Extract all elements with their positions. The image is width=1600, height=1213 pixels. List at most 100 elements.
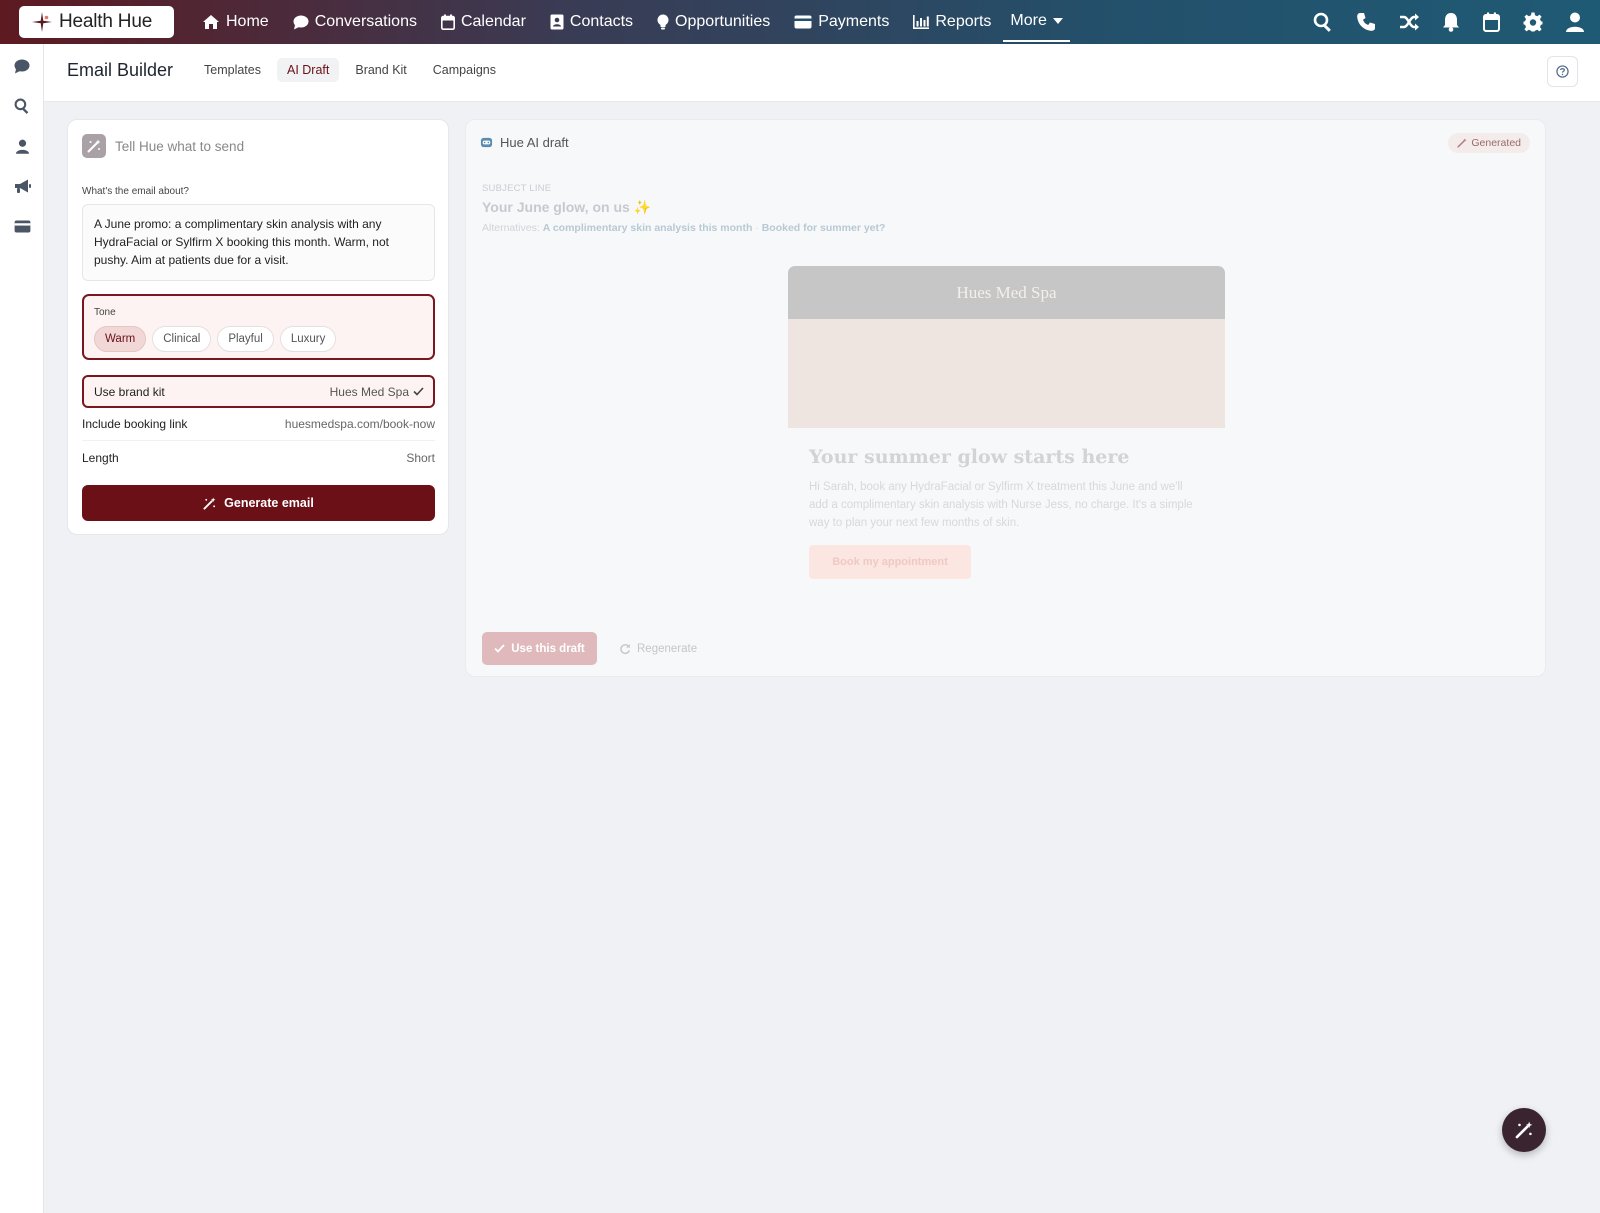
tab-campaigns[interactable]: Campaigns <box>423 58 506 82</box>
search-icon <box>14 98 29 114</box>
composer-card: Tell Hue what to send What's the email a… <box>67 119 449 535</box>
phone-icon[interactable] <box>1356 12 1376 32</box>
user-icon <box>15 139 29 154</box>
tone-chip-warm[interactable]: Warm <box>94 326 147 352</box>
use-draft-label: Use this draft <box>511 642 585 655</box>
subject-line-label: SUBJECT LINE <box>482 183 552 194</box>
nav-payments[interactable]: Payments <box>782 0 901 44</box>
length-row[interactable]: Length Short <box>82 441 435 474</box>
about-textarea[interactable]: A June promo: a complimentary skin analy… <box>82 204 435 281</box>
chat-icon <box>293 15 309 29</box>
tab-ai-draft[interactable]: AI Draft <box>276 58 340 82</box>
draft-title: Hue AI draft <box>500 135 569 150</box>
help-icon <box>1556 65 1569 78</box>
contact-card-icon <box>550 14 564 30</box>
home-icon <box>203 15 219 29</box>
magic-wand-icon <box>203 496 216 510</box>
tab-brand-kit[interactable]: Brand Kit <box>345 58 416 82</box>
length-label: Length <box>82 450 119 465</box>
caret-down-icon <box>1052 18 1063 24</box>
nav-contacts[interactable]: Contacts <box>538 0 645 44</box>
booking-link-label: Include booking link <box>82 417 188 431</box>
nav-calendar[interactable]: Calendar <box>429 0 538 44</box>
calendar-icon[interactable] <box>1483 12 1500 32</box>
app-logo[interactable]: Health Hue <box>19 6 174 38</box>
rail-payments[interactable] <box>12 216 32 236</box>
use-draft-button[interactable]: Use this draft <box>482 632 597 665</box>
nav-reports[interactable]: Reports <box>901 0 1003 44</box>
generate-email-button[interactable]: Generate email <box>82 485 435 521</box>
nav-more-label: More <box>1010 12 1047 29</box>
logo-mark-icon <box>32 12 52 32</box>
ai-assistant-fab[interactable] <box>1502 1108 1546 1152</box>
alternative-option-2[interactable]: Booked for summer yet? <box>762 222 886 234</box>
top-nav-bar: Health Hue Home Conversations Calendar C… <box>0 0 1600 44</box>
tone-chip-clinical[interactable]: Clinical <box>152 326 212 352</box>
chat-icon <box>14 59 30 73</box>
alternative-option-1[interactable]: A complimentary skin analysis this month <box>543 222 753 234</box>
draft-card: Hue AI draft Generated SUBJECT LINE Your… <box>465 119 1546 677</box>
credit-card-icon <box>14 219 30 233</box>
nav-conversations[interactable]: Conversations <box>281 0 429 44</box>
user-icon[interactable] <box>1566 12 1584 32</box>
left-rail <box>0 44 44 1213</box>
brand-kit-value: Hues Med Spa <box>329 384 409 399</box>
tone-chip-luxury[interactable]: Luxury <box>279 326 337 352</box>
search-icon[interactable] <box>1313 12 1333 32</box>
gear-icon[interactable] <box>1523 12 1543 32</box>
tab-templates[interactable]: Templates <box>194 58 271 82</box>
email-header-brand: Hues Med Spa <box>788 266 1225 319</box>
subject-line: Your June glow, on us ✨ <box>482 199 652 215</box>
help-button[interactable] <box>1547 56 1578 87</box>
logo-text: Health Hue <box>59 11 153 32</box>
regenerate-button[interactable]: Regenerate <box>619 632 697 665</box>
refresh-icon <box>620 643 630 654</box>
about-label: What's the email about? <box>82 186 189 197</box>
nav-more[interactable]: More <box>1003 2 1070 42</box>
brand-kit-label: Use brand kit <box>94 384 165 399</box>
email-heading: Your summer glow starts here <box>809 446 1130 468</box>
rail-search[interactable] <box>12 96 32 116</box>
bar-chart-icon <box>913 15 930 29</box>
email-body-text: Hi Sarah, book any HydraFacial or Sylfir… <box>809 481 1193 529</box>
rail-conversations[interactable] <box>12 56 32 76</box>
nav-home[interactable]: Home <box>190 0 281 44</box>
brand-kit-toggle[interactable]: Use brand kit Hues Med Spa <box>82 375 435 408</box>
calendar-icon <box>440 14 455 30</box>
generated-badge-label: Generated <box>1471 137 1521 149</box>
subject-alternatives: Alternatives: A complimentary skin analy… <box>482 222 886 234</box>
regenerate-label: Regenerate <box>637 642 698 655</box>
nav-reports-label: Reports <box>935 13 992 30</box>
generated-badge: Generated <box>1448 133 1530 153</box>
email-preview: Hues Med Spa Your summer glow starts her… <box>788 266 1225 590</box>
shuffle-icon[interactable] <box>1399 13 1419 31</box>
nav-opportunities-label: Opportunities <box>675 13 771 30</box>
alternatives-label: Alternatives: <box>482 222 540 234</box>
check-icon <box>413 387 424 396</box>
tone-chip-playful[interactable]: Playful <box>217 326 274 352</box>
email-hero-image <box>788 319 1225 428</box>
tone-selector: Tone Warm Clinical Playful Luxury <box>82 294 435 360</box>
length-value: Short <box>406 450 435 465</box>
page-header: Email Builder Templates AI Draft Brand K… <box>44 44 1600 102</box>
tone-label: Tone <box>94 307 116 318</box>
page-title: Email Builder <box>67 60 174 80</box>
megaphone-icon <box>14 179 31 193</box>
credit-card-icon <box>794 15 812 29</box>
page-tabs: Templates AI Draft Brand Kit Campaigns <box>194 58 506 82</box>
nav-conversations-label: Conversations <box>314 13 417 30</box>
booking-link-row[interactable]: Include booking link huesmedspa.com/book… <box>82 408 435 441</box>
nav-home-label: Home <box>226 13 269 30</box>
email-cta-button: Book my appointment <box>809 545 971 579</box>
robot-icon <box>480 137 493 148</box>
magic-wand-icon <box>1515 1121 1533 1139</box>
booking-link-value: huesmedspa.com/book-now <box>284 417 435 431</box>
nav-payments-label: Payments <box>818 13 890 30</box>
generate-email-label: Generate email <box>224 496 314 510</box>
rail-contacts[interactable] <box>12 136 32 156</box>
rail-marketing[interactable] <box>12 176 32 196</box>
check-icon <box>494 644 505 653</box>
magic-wand-icon <box>1457 138 1468 148</box>
bell-icon[interactable] <box>1442 12 1460 32</box>
nav-opportunities[interactable]: Opportunities <box>645 0 782 44</box>
